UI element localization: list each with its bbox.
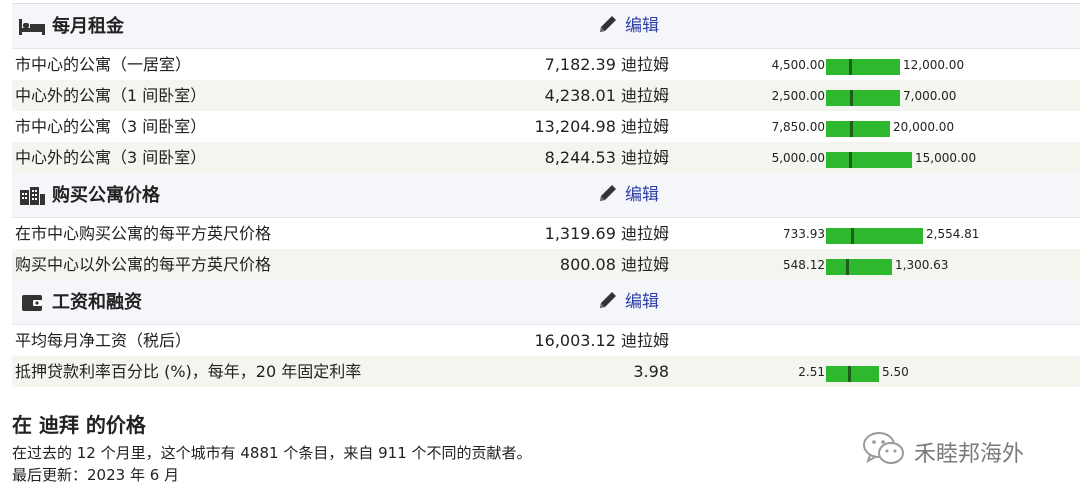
range-max: 2,554.81 [926,227,980,241]
item-name: 市中心的公寓（3 间卧室） [15,117,207,136]
range-min: 2.51 [798,365,825,379]
section-title: 工资和融资 [52,292,142,313]
item-name: 在市中心购买公寓的每平方英尺价格 [15,224,272,243]
item-name: 平均每月净工资（税后） [15,331,192,350]
range-marker [849,121,853,137]
footer-title: 在 迪拜 的价格 [12,413,146,437]
item-price: 13,204.98 迪拉姆 [534,117,669,136]
wallet-icon [18,294,46,312]
table-row: 中心外的公寓（1 间卧室） 4,238.01 迪拉姆 2,500.00 7,00… [12,80,1080,111]
range-marker [851,228,855,244]
table-row: 购买中心以外公寓的每平方英尺价格 800.08 迪拉姆 548.12 1,300… [12,249,1080,280]
range-bar [826,228,923,244]
range-max: 1,300.63 [895,258,949,272]
pencil-icon [597,8,619,32]
watermark: 禾睦邦海外 [862,430,1024,474]
item-price: 8,244.53 迪拉姆 [544,148,669,167]
watermark-text: 禾睦邦海外 [914,442,1025,467]
table-row: 市中心的公寓（一居室） 7,182.39 迪拉姆 4,500.00 12,000… [12,49,1080,80]
range-bar [826,121,890,137]
range-min: 5,000.00 [771,151,825,165]
section-title: 购买公寓价格 [52,185,160,206]
item-name: 市中心的公寓（一居室） [15,55,192,74]
table-row: 中心外的公寓（3 间卧室） 8,244.53 迪拉姆 5,000.00 15,0… [12,142,1080,173]
item-price: 800.08 迪拉姆 [559,255,669,274]
table-row: 平均每月净工资（税后） 16,003.12 迪拉姆 [12,325,1080,356]
section-header-salary: 工资和融资 编辑 [12,280,1080,325]
item-name: 购买中心以外公寓的每平方英尺价格 [15,255,272,274]
wechat-icon [862,430,906,474]
footer-entries-note: 在过去的 12 个月里，这个城市有 4881 个条目，来自 911 个不同的贡献… [12,444,532,462]
footer: 在 迪拜 的价格 在过去的 12 个月里，这个城市有 4881 个条目，来自 9… [12,408,532,486]
item-name: 中心外的公寓（3 间卧室） [15,148,207,167]
range-min: 2,500.00 [771,89,825,103]
pencil-icon [597,177,619,201]
edit-label: 编辑 [625,292,659,312]
price-table: 每月租金 编辑 市中心的公寓（一居室） 7,182.39 迪拉姆 4,500.0… [12,4,1080,387]
range-marker [848,59,852,75]
building-icon [18,187,46,205]
section-title: 每月租金 [52,16,124,37]
range-max: 12,000.00 [903,58,965,72]
edit-link[interactable]: 编辑 [597,173,659,218]
range-min: 733.93 [783,227,825,241]
section-header-buy: 购买公寓价格 编辑 [12,173,1080,218]
edit-link[interactable]: 编辑 [597,4,659,49]
footer-last-updated: 最后更新：2023 年 6 月 [12,466,180,484]
range-bar [826,59,900,75]
range-max: 7,000.00 [903,89,957,103]
range-min: 4,500.00 [771,58,825,72]
table-row: 在市中心购买公寓的每平方英尺价格 1,319.69 迪拉姆 733.93 2,5… [12,218,1080,249]
range-min: 548.12 [783,258,825,272]
pencil-icon [597,284,619,308]
range-marker [848,366,852,382]
range-marker [849,152,853,168]
item-name: 中心外的公寓（1 间卧室） [15,86,207,105]
item-price: 4,238.01 迪拉姆 [544,86,669,105]
edit-label: 编辑 [625,16,659,36]
table-row: 市中心的公寓（3 间卧室） 13,204.98 迪拉姆 7,850.00 20,… [12,111,1080,142]
range-bar [826,152,912,168]
range-bar [826,90,900,106]
range-marker [846,259,850,275]
bed-icon [18,18,46,36]
range-max: 15,000.00 [915,151,977,165]
section-header-rent: 每月租金 编辑 [12,4,1080,49]
range-bar [826,259,892,275]
item-price: 7,182.39 迪拉姆 [544,55,669,74]
edit-label: 编辑 [625,185,659,205]
range-marker [849,90,853,106]
table-row: 抵押贷款利率百分比 (%)，每年，20 年固定利率 3.98 2.51 5.50 [12,356,1080,387]
range-max: 20,000.00 [893,120,955,134]
edit-link[interactable]: 编辑 [597,280,659,325]
item-price: 3.98 [633,362,669,381]
item-name: 抵押贷款利率百分比 (%)，每年，20 年固定利率 [15,362,362,381]
item-price: 16,003.12 迪拉姆 [534,331,669,350]
item-price: 1,319.69 迪拉姆 [544,224,669,243]
range-bar [826,366,879,382]
range-max: 5.50 [882,365,909,379]
range-min: 7,850.00 [771,120,825,134]
